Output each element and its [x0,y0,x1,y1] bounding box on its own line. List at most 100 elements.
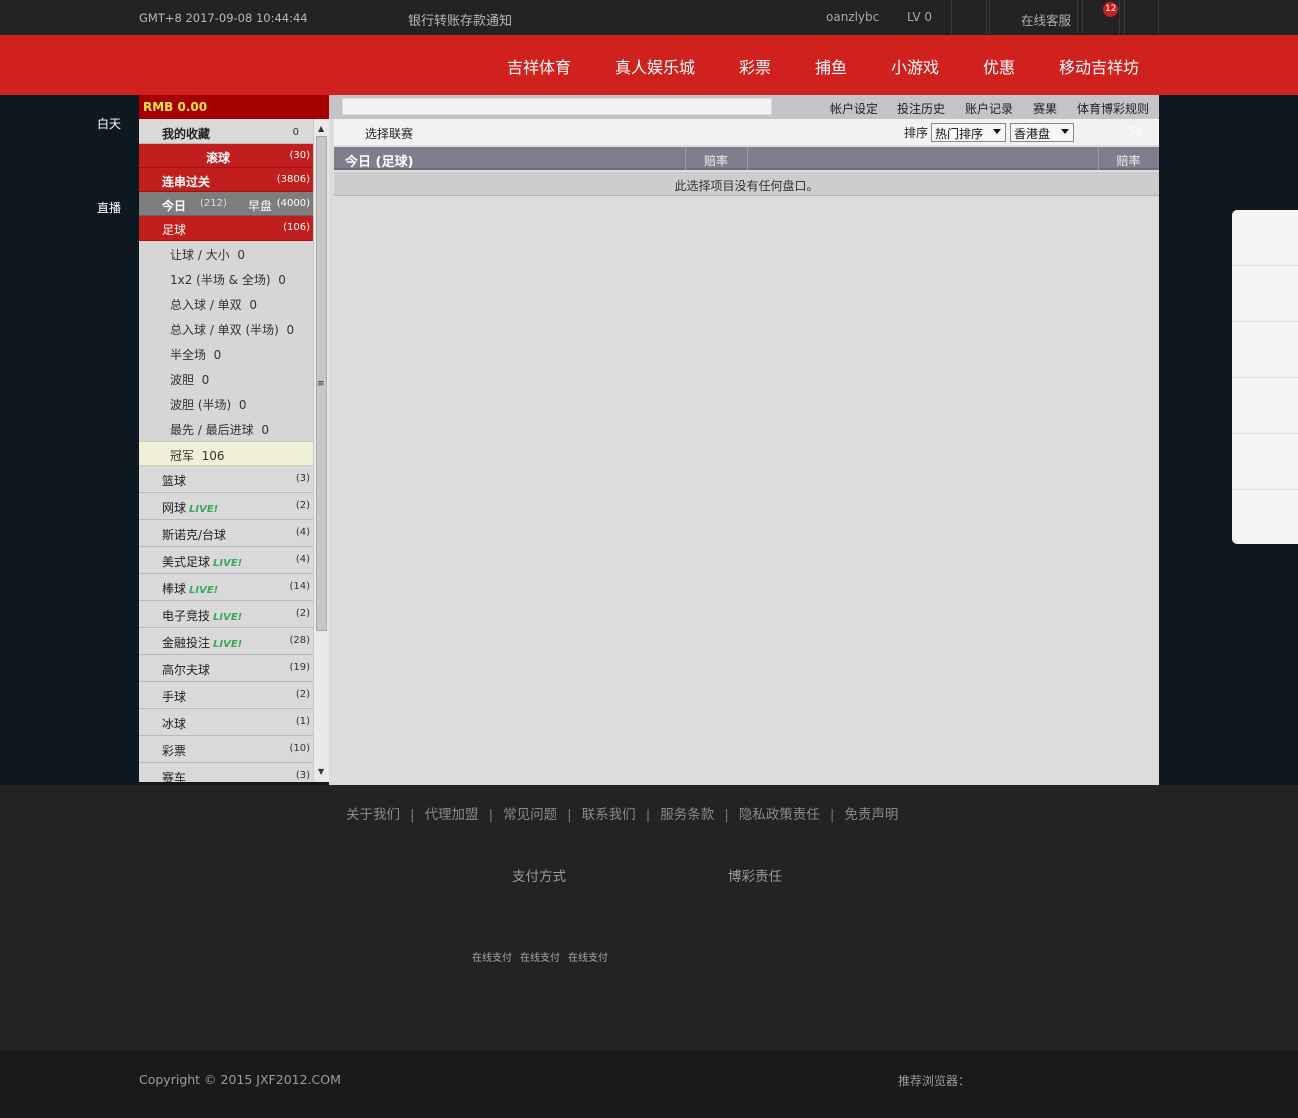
sport-item-golf[interactable]: 高尔夫球 (19) [139,655,313,682]
table-header: 今日 (足球) 赔率 赔率 [334,147,1159,170]
market-count: 106 [201,449,225,463]
scroll-down-icon[interactable]: ▼ [318,767,324,776]
sports-menu-scrollbar[interactable]: ▲ ≡ ▼ [313,119,329,782]
market-count: 0 [249,298,257,312]
sport-item-esports[interactable]: 电子竞技 LIVE! (2) [139,601,313,628]
separator: | [829,807,835,823]
responsible-gaming-title: 博彩责任 [728,869,782,885]
footer-link-faq[interactable]: 常见问题 [503,807,557,823]
sort-select[interactable]: 热门排序 [931,123,1006,142]
marquee-bar [342,98,772,115]
market-item-outright-selected[interactable]: 冠军 106 [139,441,313,466]
market-item[interactable]: 总入球 / 单双 (半场) 0 [139,316,313,341]
payment-method-link[interactable]: 在线支付 [520,949,560,964]
market-label: 让球 / 大小 [170,248,230,262]
sport-label: 手球 [162,690,187,704]
football-item[interactable]: 足球 (106) [139,216,313,241]
scroll-up-icon[interactable]: ▲ [318,124,324,133]
sport-item-snooker[interactable]: 斯诺克/台球 (4) [139,520,313,547]
online-service-button[interactable]: 在线客服 [989,0,1078,34]
separator: | [488,807,494,823]
topbar-blank-button[interactable] [951,0,987,34]
footer-link-privacy[interactable]: 隐私政策责任 [739,807,820,823]
payment-method-link[interactable]: 在线支付 [568,949,608,964]
sport-item-ice-hockey[interactable]: 冰球 (1) [139,709,313,736]
bank-transfer-notice-link[interactable]: 银行转账存款通知 [408,10,512,29]
odds-column-header-2: 赔率 [1116,154,1141,168]
early-count: (4000) [276,198,310,209]
sport-item-american-football[interactable]: 美式足球 LIVE! (4) [139,547,313,574]
tab-early[interactable]: 早盘 [248,197,272,214]
sport-label: 网球 [162,501,187,515]
sport-count: (19) [289,662,310,673]
nav-item-live-casino[interactable]: 真人娱乐城 [615,54,695,78]
market-item[interactable]: 波胆 (半场) 0 [139,391,313,416]
market-count: 0 [261,423,269,437]
sport-item-lottery[interactable]: 彩票 (10) [139,736,313,763]
nav-item-promotions[interactable]: 优惠 [983,54,1015,78]
market-item[interactable]: 最先 / 最后进球 0 [139,416,313,441]
payment-methods-title: 支付方式 [512,869,566,885]
empty-message: 此选择项目没有任何盘口。 [334,172,1159,196]
market-label: 冠军 [170,449,195,463]
clock: GMT+8 2017-09-08 10:44:44 [139,11,308,25]
separator: | [645,807,651,823]
market-item[interactable]: 波胆 0 [139,366,313,391]
market-count: 0 [286,323,295,337]
live-tag: LIVE! [213,612,243,623]
live-tag: LIVE! [213,558,243,569]
footer-link-disclaimer[interactable]: 免责声明 [844,807,898,823]
footer-link-terms[interactable]: 服务条款 [660,807,714,823]
nav-item-mobile[interactable]: 移动吉祥坊 [1059,54,1139,78]
sport-item-financial[interactable]: 金融投注 LIVE! (28) [139,628,313,655]
refresh-countdown[interactable]: 58 [1129,125,1143,138]
panel-divider [1232,433,1298,434]
bet-history-link[interactable]: 投注历史 [897,100,945,117]
sort-label: 排序 [904,126,929,140]
account-settings-link[interactable]: 帐户设定 [830,100,878,117]
market-label: 波胆 [170,373,195,387]
parlay-item[interactable]: 连串过关 (3806) [139,168,313,192]
favorites-item[interactable]: 我的收藏 0 [139,119,313,144]
market-item[interactable]: 总入球 / 单双 0 [139,291,313,316]
select-league-button[interactable]: 选择联赛 [365,125,413,142]
footer-link-agent[interactable]: 代理加盟 [425,807,479,823]
results-link[interactable]: 赛果 [1033,100,1057,117]
market-count: 0 [213,348,222,362]
market-item[interactable]: 半全场 0 [139,341,313,366]
separator: | [567,807,572,823]
sport-item-handball[interactable]: 手球 (2) [139,682,313,709]
sport-count: (10) [289,743,310,754]
username[interactable]: oanzlybc [826,10,879,24]
nav-item-fishing[interactable]: 捕鱼 [815,54,847,78]
nav-item-lottery[interactable]: 彩票 [739,54,771,78]
account-records-link[interactable]: 账户记录 [965,100,1013,117]
footer-links: 关于我们 | 代理加盟 | 常见问题 | 联系我们 | 服务条款 | 隐私政策责任 | 免责声明 [346,803,898,823]
sport-label: 电子竞技 [162,609,211,623]
market-count: 0 [201,373,210,387]
sport-label: 美式足球 [162,555,211,569]
topbar-blank-button-2[interactable] [1124,0,1159,34]
market-item[interactable]: 让球 / 大小 0 [139,241,313,266]
sport-label: 金融投注 [162,636,211,650]
footer-link-about[interactable]: 关于我们 [346,807,400,823]
sport-item-baseball[interactable]: 棒球 LIVE! (14) [139,574,313,601]
sport-item-basketball[interactable]: 篮球 (3) [139,466,313,493]
sports-rules-link[interactable]: 体育博彩规则 [1077,100,1149,117]
footer-link-contact[interactable]: 联系我们 [582,807,636,823]
floating-side-panel[interactable] [1232,210,1298,544]
odds-format-select[interactable]: 香港盘 [1010,123,1074,142]
separator: | [724,807,729,823]
live-stream-toggle[interactable]: 直播 [97,199,121,216]
nav-item-sports[interactable]: 吉祥体育 [507,54,571,78]
rolling-item[interactable]: 滚球 (30) [139,144,313,168]
sport-item-racing[interactable]: 赛车 (3) [139,763,313,782]
sport-item-tennis[interactable]: 网球 LIVE! (2) [139,493,313,520]
sports-menu: 我的收藏 0 滚球 (30) 连串过关 (3806) 今日 (212) 早盘 (… [139,119,313,782]
sport-count: (4) [295,554,310,565]
payment-method-link[interactable]: 在线支付 [472,949,512,964]
market-item[interactable]: 1x2 (半场 & 全场) 0 [139,266,313,291]
nav-item-mini-games[interactable]: 小游戏 [891,54,939,78]
tab-today[interactable]: 今日 [162,197,186,214]
day-mode-toggle[interactable]: 白天 [97,115,121,132]
